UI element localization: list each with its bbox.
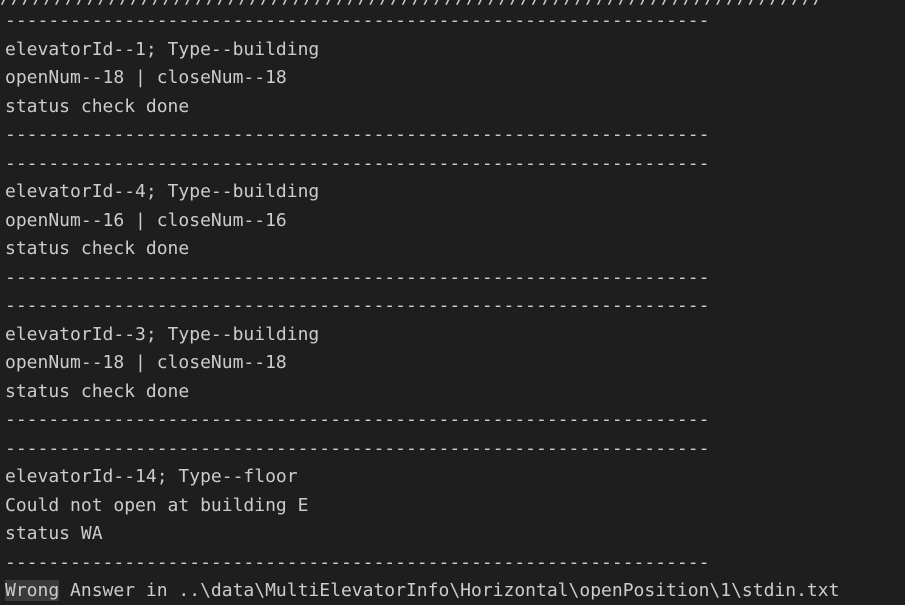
separator-line: ----------------------------------------… [5,267,710,288]
door-count-line: openNum--18 | closeNum--18 [5,67,287,88]
separator-line: ----------------------------------------… [5,438,710,459]
terminal-output[interactable]: ////////////////////////////////////////… [0,0,905,605]
elevator-id-line: elevatorId--3; Type--building [5,324,320,345]
separator-line: ----------------------------------------… [5,124,710,145]
separator-line: ----------------------------------------… [5,153,710,174]
elevator-id-line: elevatorId--4; Type--building [5,181,320,202]
status-line: status WA [5,523,103,544]
wrong-answer-line: Wrong Answer in ..\data\MultiElevatorInf… [5,577,839,605]
elevator-id-line: elevatorId--14; Type--floor [5,466,298,487]
door-count-line: openNum--18 | closeNum--18 [5,352,287,373]
separator-line: ----------------------------------------… [5,295,710,316]
status-line: status check done [5,96,190,117]
separator-line: ----------------------------------------… [5,10,710,31]
elevator-id-line: elevatorId--1; Type--building [5,39,320,60]
separator-line: ----------------------------------------… [5,552,710,573]
error-message-line: Could not open at building E [5,495,309,516]
separator-line: ----------------------------------------… [5,409,710,430]
status-line: status check done [5,381,190,402]
wrong-answer-path: Answer in ..\data\MultiElevatorInfo\Hori… [59,580,840,601]
selected-text: Wrong [5,580,60,601]
status-line: status check done [5,238,190,259]
door-count-line: openNum--16 | closeNum--16 [5,210,287,231]
